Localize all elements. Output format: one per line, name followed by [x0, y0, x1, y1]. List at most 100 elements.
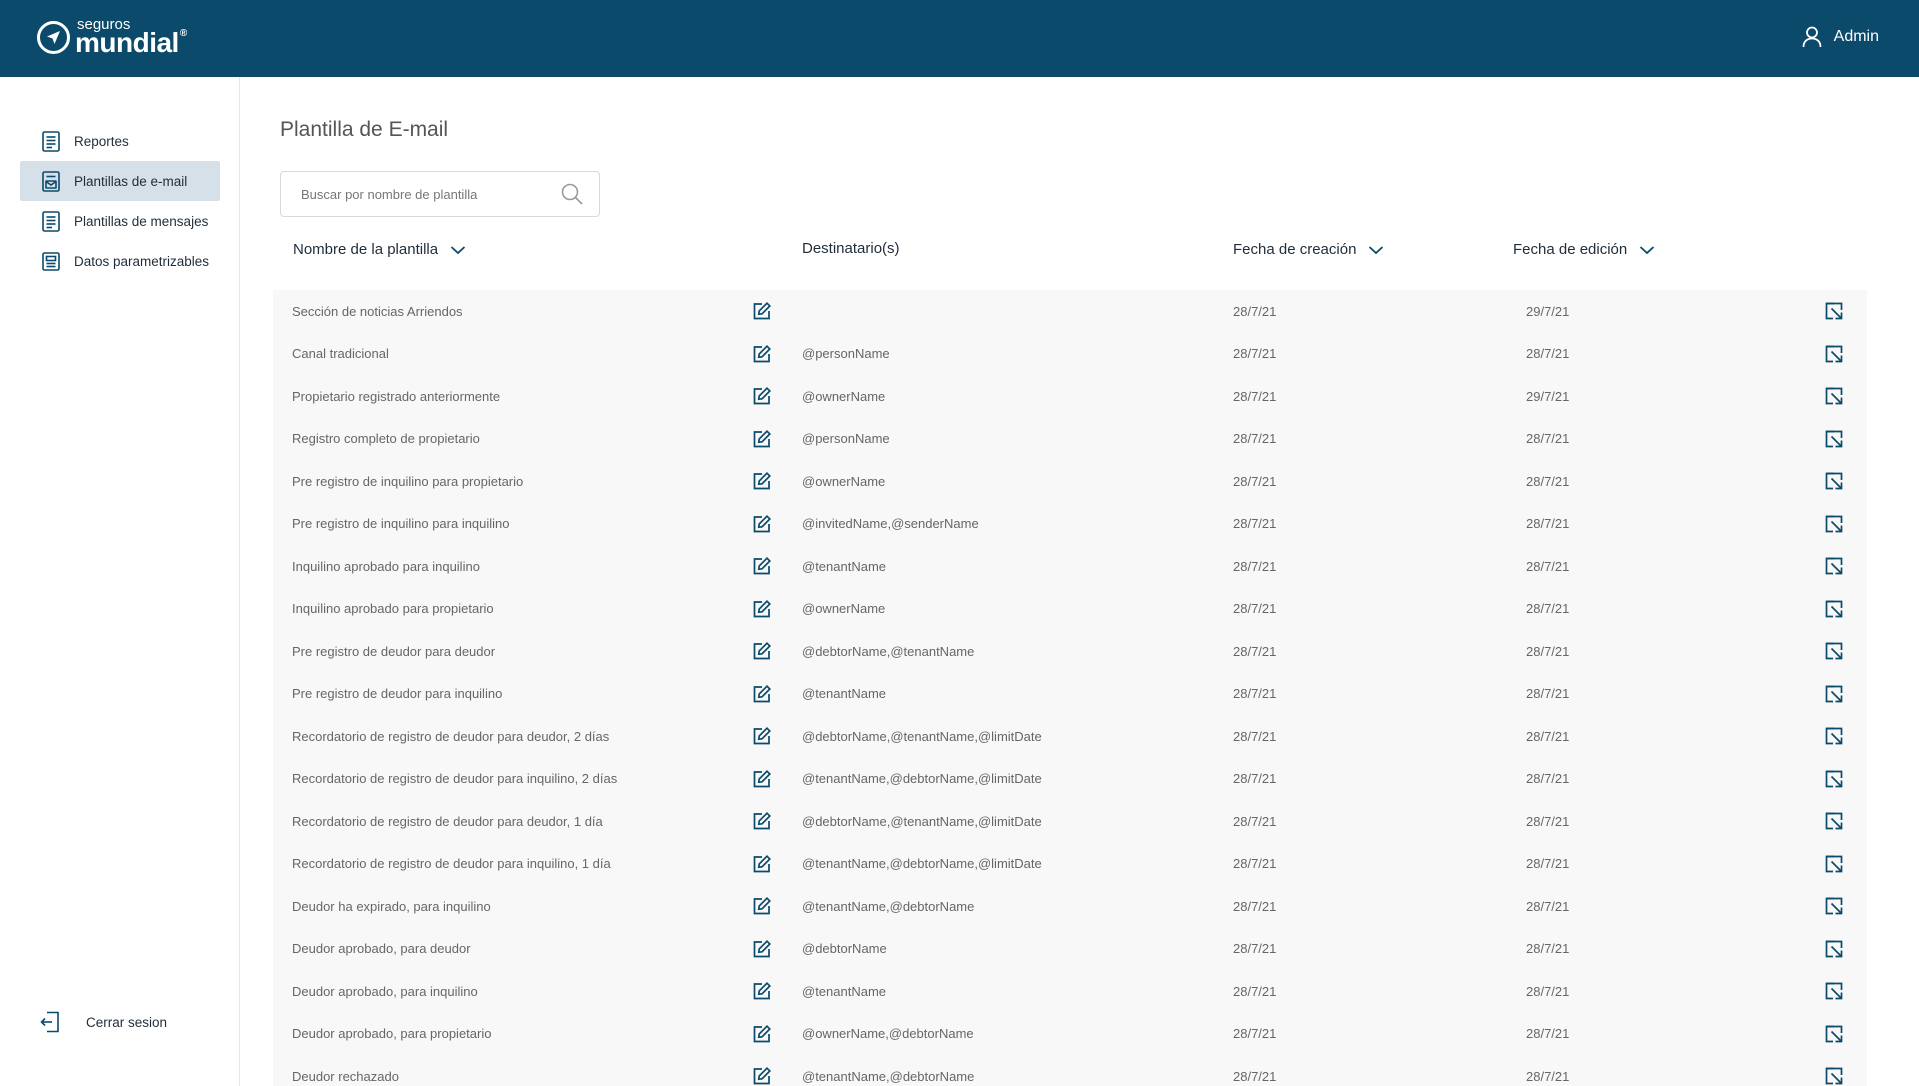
column-header-created[interactable]: Fecha de creación: [1233, 241, 1384, 258]
preview-icon[interactable]: [1825, 885, 1843, 928]
edit-icon[interactable]: [753, 1055, 771, 1086]
preview-icon[interactable]: [1825, 333, 1843, 376]
created-date: 28/7/21: [1233, 431, 1277, 447]
chevron-down-icon: [1369, 245, 1384, 254]
search-input[interactable]: [301, 186, 561, 202]
edited-date: 28/7/21: [1526, 1068, 1570, 1084]
preview-icon[interactable]: [1825, 460, 1843, 503]
top-bar: seguros mundial® Admin: [0, 0, 1919, 77]
preview-icon[interactable]: [1825, 673, 1843, 716]
sidebar-item-reportes[interactable]: Reportes: [20, 121, 220, 161]
edit-icon[interactable]: [753, 758, 771, 801]
table-row: Deudor aprobado, para deudor @debtorName 2…: [273, 928, 1867, 971]
message-template-icon: [42, 210, 60, 232]
edit-icon[interactable]: [753, 545, 771, 588]
edited-date: 28/7/21: [1526, 1026, 1570, 1042]
column-header-name[interactable]: Nombre de la plantilla: [293, 241, 466, 258]
table-row: Registro completo de propietario @personN…: [273, 418, 1867, 461]
edit-icon[interactable]: [753, 290, 771, 333]
edit-icon[interactable]: [753, 460, 771, 503]
table-row: Pre registro de inquilino para inquilino…: [273, 503, 1867, 546]
preview-icon[interactable]: [1825, 758, 1843, 801]
template-name: Canal tradicional: [292, 346, 389, 362]
preview-icon[interactable]: [1825, 588, 1843, 631]
created-date: 28/7/21: [1233, 643, 1277, 659]
edit-icon[interactable]: [753, 418, 771, 461]
user-name: Admin: [1833, 28, 1879, 45]
edit-icon[interactable]: [753, 1013, 771, 1056]
column-header-label: Destinatario(s): [802, 240, 900, 257]
edited-date: 28/7/21: [1526, 431, 1570, 447]
edit-icon[interactable]: [753, 885, 771, 928]
table-row: Recordatorio de registro de deudor para …: [273, 843, 1867, 886]
edited-date: 28/7/21: [1526, 728, 1570, 744]
template-name: Sección de noticias Arriendos: [292, 303, 463, 319]
edit-icon[interactable]: [753, 928, 771, 971]
created-date: 28/7/21: [1233, 473, 1277, 489]
edited-date: 28/7/21: [1526, 898, 1570, 914]
recipients: @debtorName,@tenantName,@limitDate: [802, 728, 1042, 744]
created-date: 28/7/21: [1233, 771, 1277, 787]
edit-icon[interactable]: [753, 630, 771, 673]
created-date: 28/7/21: [1233, 898, 1277, 914]
column-header-label: Fecha de creación: [1233, 241, 1357, 258]
created-date: 28/7/21: [1233, 388, 1277, 404]
edit-icon[interactable]: [753, 800, 771, 843]
preview-icon[interactable]: [1825, 503, 1843, 546]
edit-icon[interactable]: [753, 333, 771, 376]
template-name: Deudor ha expirado, para inquilino: [292, 898, 491, 914]
edited-date: 28/7/21: [1526, 473, 1570, 489]
recipients: @personName: [802, 431, 890, 447]
column-header-label: Nombre de la plantilla: [293, 241, 439, 258]
edit-icon[interactable]: [753, 843, 771, 886]
preview-icon[interactable]: [1825, 1055, 1843, 1086]
search-icon[interactable]: [561, 183, 583, 205]
edit-icon[interactable]: [753, 970, 771, 1013]
preview-icon[interactable]: [1825, 418, 1843, 461]
edit-icon[interactable]: [753, 375, 771, 418]
logout-button[interactable]: Cerrar sesion: [40, 1011, 167, 1033]
logout-label: Cerrar sesion: [86, 1014, 168, 1030]
preview-icon[interactable]: [1825, 800, 1843, 843]
created-date: 28/7/21: [1233, 1068, 1277, 1084]
preview-icon[interactable]: [1825, 545, 1843, 588]
sidebar-item-message-templates[interactable]: Plantillas de mensajes: [20, 201, 220, 241]
recipients: @ownerName: [802, 388, 886, 404]
recipients: @tenantName,@debtorName,@limitDate: [802, 771, 1042, 787]
preview-icon[interactable]: [1825, 375, 1843, 418]
brand-logo[interactable]: seguros mundial®: [37, 14, 187, 60]
logout-icon: [40, 1011, 59, 1033]
preview-icon[interactable]: [1825, 843, 1843, 886]
recipients: @ownerName: [802, 601, 886, 617]
sidebar-item-email-templates[interactable]: Plantillas de e-mail: [20, 161, 220, 201]
preview-icon[interactable]: [1825, 970, 1843, 1013]
table-row: Pre registro de deudor para deudor @debto…: [273, 630, 1867, 673]
edit-icon[interactable]: [753, 715, 771, 758]
preview-icon[interactable]: [1825, 1013, 1843, 1056]
email-template-icon: [42, 170, 60, 192]
recipients: @tenantName: [802, 983, 887, 999]
recipients: @invitedName,@senderName: [802, 516, 979, 532]
column-header-recipients: Destinatario(s): [802, 240, 900, 257]
edited-date: 28/7/21: [1526, 643, 1570, 659]
edit-icon[interactable]: [753, 503, 771, 546]
edited-date: 28/7/21: [1526, 856, 1570, 872]
data-icon: [42, 251, 60, 271]
preview-icon[interactable]: [1825, 715, 1843, 758]
column-header-label: Fecha de edición: [1513, 241, 1628, 258]
template-name: Inquilino aprobado para propietario: [292, 601, 494, 617]
template-name: Recordatorio de registro de deudor para …: [292, 856, 611, 872]
preview-icon[interactable]: [1825, 928, 1843, 971]
chevron-down-icon: [450, 245, 466, 254]
edit-icon[interactable]: [753, 673, 771, 716]
sidebar-item-label: Plantillas de e-mail: [74, 173, 188, 189]
search-box[interactable]: [280, 171, 600, 217]
user-menu[interactable]: Admin: [1802, 26, 1879, 48]
edit-icon[interactable]: [753, 588, 771, 631]
recipients: @tenantName: [802, 558, 887, 574]
column-header-edited[interactable]: Fecha de edición: [1513, 241, 1655, 258]
table-row: Deudor ha expirado, para inquilino @tenan…: [273, 885, 1867, 928]
preview-icon[interactable]: [1825, 290, 1843, 333]
sidebar-item-data[interactable]: Datos parametrizables: [20, 241, 220, 281]
preview-icon[interactable]: [1825, 630, 1843, 673]
